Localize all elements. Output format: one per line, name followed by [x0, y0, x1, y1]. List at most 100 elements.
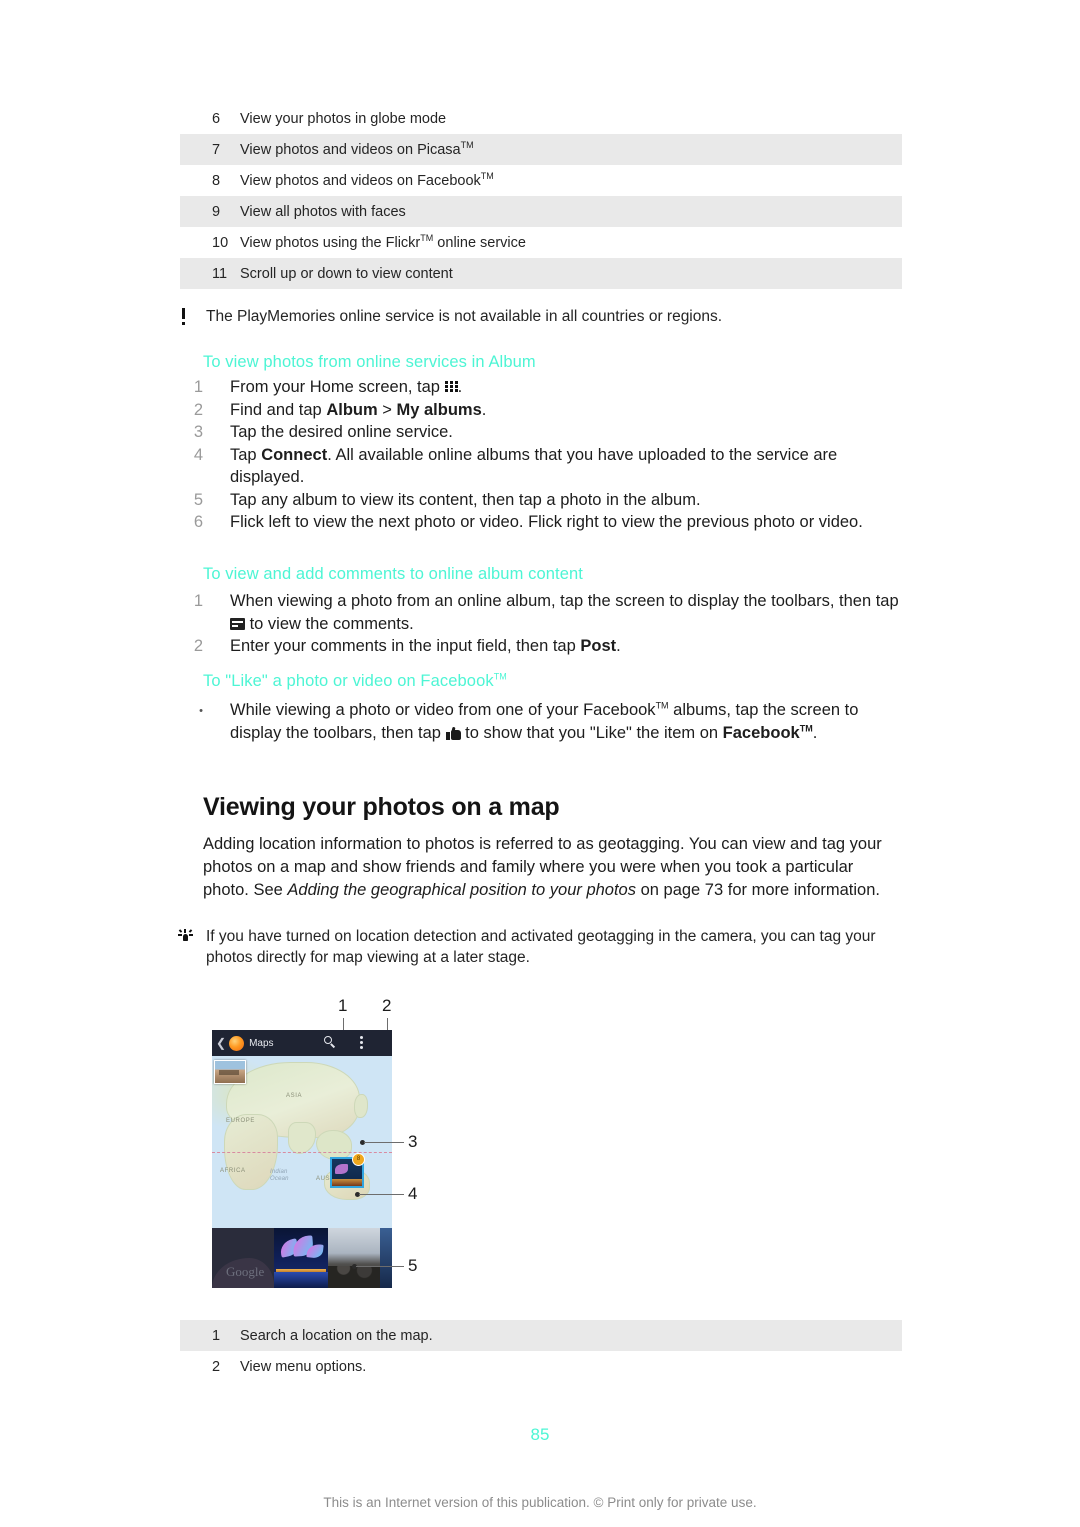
lightbulb-icon — [176, 926, 204, 948]
table-row-number: 9 — [212, 203, 221, 220]
cross-reference: Adding the geographical position to your… — [287, 881, 636, 899]
step-text: Tap any album to view its content, then … — [230, 490, 701, 509]
step-number: 6 — [193, 513, 203, 531]
heading-like-facebook: To "Like" a photo or video on FacebookTM — [203, 671, 507, 690]
emphasis-my-albums: My albums — [396, 400, 482, 419]
paragraph-part-2: on page 73 for more information. — [636, 881, 880, 899]
emphasis-album: Album — [326, 400, 378, 419]
google-watermark: Google — [226, 1264, 265, 1279]
table-row-number: 7 — [212, 141, 221, 158]
table-row: 11 Scroll up or down to view content — [180, 258, 902, 289]
callout-1: 1 — [338, 996, 348, 1015]
list-item: 1 When viewing a photo from an online al… — [176, 590, 906, 635]
step-text: When viewing a photo from an online albu… — [203, 590, 906, 635]
comment-icon — [230, 617, 245, 630]
step-number: 2 — [193, 637, 203, 655]
step-text-after-1: to show that you "Like" the item on — [460, 723, 723, 742]
map-label-europe: EUROPE — [226, 1118, 255, 1124]
map-label-africa: AFRICA — [220, 1168, 246, 1174]
emphasis-post: Post — [580, 637, 617, 655]
list-item: 2 Enter your comments in the input field… — [176, 635, 906, 658]
step-text: Enter your comments in the input field, … — [230, 637, 621, 655]
bullet-marker: • — [199, 705, 203, 717]
list-item: 4 Tap Connect. All available online albu… — [176, 444, 906, 489]
step-text: From your Home screen, tap . — [203, 376, 906, 399]
figure-map-screenshot: 1 2 ❮ Maps EUROPE ASIA AFRICA Indian Oce… — [212, 996, 432, 1301]
leader-line-3 — [364, 1142, 404, 1143]
step-text-after: to view the comments. — [245, 614, 414, 633]
table-row-text: View photos and videos on FacebookTM — [240, 170, 494, 189]
list-item: 5 Tap any album to view its content, the… — [176, 489, 906, 512]
footer-copyright: This is an Internet version of this publ… — [323, 1495, 757, 1510]
table-row-number: 6 — [212, 110, 221, 127]
table-row-number: 1 — [212, 1327, 221, 1344]
heading-comments: To view and add comments to online album… — [203, 565, 583, 583]
step-text-after: . — [457, 378, 463, 396]
filmstrip-thumbnail-opera-house[interactable] — [274, 1228, 328, 1288]
back-chevron-icon[interactable]: ❮ — [216, 1037, 226, 1049]
table-row-text: Scroll up or down to view content — [240, 265, 453, 282]
leader-line-4 — [359, 1194, 404, 1195]
filmstrip-thumbnail-coast[interactable] — [328, 1228, 380, 1288]
step-text: Tap the desired online service. — [230, 423, 453, 441]
procedure-comments: 1 When viewing a photo from an online al… — [176, 590, 906, 658]
step-text: Find and tap Album > My albums. — [230, 400, 487, 419]
heading-online-services: To view photos from online services in A… — [203, 353, 536, 371]
photo-filmstrip[interactable]: Google — [212, 1228, 392, 1288]
table-row-text: View photos and videos on PicasaTM — [240, 139, 474, 158]
equator-line — [212, 1152, 392, 1153]
exclamation-icon — [176, 306, 204, 328]
emphasis-connect: Connect — [261, 445, 328, 464]
filmstrip-thumbnail-partial[interactable] — [380, 1228, 392, 1288]
callout-3: 3 — [408, 1132, 418, 1151]
document-page: 6 View your photos in globe mode 7 View pho… — [0, 0, 1080, 1527]
table-row-text: View your photos in globe mode — [240, 110, 447, 127]
cluster-count-badge: 8 — [352, 1153, 365, 1166]
callout-5: 5 — [408, 1256, 418, 1275]
table-row-text: View photos using the FlickrTM online se… — [240, 232, 526, 251]
list-item: • While viewing a photo or video from on… — [176, 699, 906, 744]
table-row-text: View menu options. — [240, 1358, 367, 1375]
apps-grid-icon — [444, 381, 458, 393]
callout-2: 2 — [382, 996, 392, 1015]
table-row-number: 11 — [212, 265, 228, 282]
step-text: Flick left to view the next photo or vid… — [230, 513, 863, 531]
list-item: 1 From your Home screen, tap . — [176, 376, 906, 399]
list-item: 2 Find and tap Album > My albums. — [176, 399, 906, 422]
overflow-menu-icon[interactable] — [360, 1036, 363, 1049]
table-row: 8 View photos and videos on FacebookTM — [180, 165, 902, 196]
step-text: Tap Connect. All available online albums… — [230, 445, 838, 487]
list-item: 6 Flick left to view the next photo or v… — [176, 511, 906, 534]
landmass-southeast-asia — [316, 1130, 352, 1160]
section-paragraph: Adding location information to photos is… — [203, 833, 903, 902]
note-geotagging-text: If you have turned on location detection… — [206, 928, 876, 966]
procedure-online-services: 1 From your Home screen, tap . 2 Find an… — [176, 376, 906, 534]
table-row-text: Search a location on the map. — [240, 1327, 433, 1344]
table-row-text: View all photos with faces — [240, 203, 406, 220]
app-bar: ❮ Maps — [212, 1030, 392, 1056]
emphasis-facebook: FacebookTM — [722, 723, 813, 742]
map-label-asia: ASIA — [286, 1093, 303, 1099]
search-icon[interactable] — [324, 1036, 337, 1049]
list-item: 3 Tap the desired online service. — [176, 421, 906, 444]
table-row-number: 2 — [212, 1358, 221, 1375]
callout-4: 4 — [408, 1184, 418, 1203]
legend-table-top: 6 View your photos in globe mode 7 View pho… — [180, 103, 902, 289]
page-title: Viewing your photos on a map — [203, 793, 560, 821]
procedure-like-facebook: • While viewing a photo or video from on… — [176, 699, 906, 744]
step-text: While viewing a photo or video from one … — [203, 699, 906, 744]
table-row-number: 8 — [212, 172, 221, 189]
map-photo-thumbnail[interactable] — [214, 1060, 246, 1084]
leader-line-5 — [356, 1266, 404, 1267]
step-number: 5 — [193, 490, 203, 509]
table-row-number: 10 — [212, 234, 229, 251]
table-row: 2 View menu options. — [180, 1351, 902, 1382]
step-number: 1 — [193, 592, 203, 610]
maps-logo-icon — [229, 1035, 245, 1051]
step-text-after-2: . — [812, 723, 818, 742]
page-number: 85 — [530, 1425, 550, 1444]
table-row: 9 View all photos with faces — [180, 196, 902, 227]
step-text-before: When viewing a photo from an online albu… — [230, 592, 899, 610]
legend-table-bottom: 1 Search a location on the map. 2 View menu… — [180, 1320, 902, 1382]
table-row: 10 View photos using the FlickrTM online … — [180, 227, 902, 258]
